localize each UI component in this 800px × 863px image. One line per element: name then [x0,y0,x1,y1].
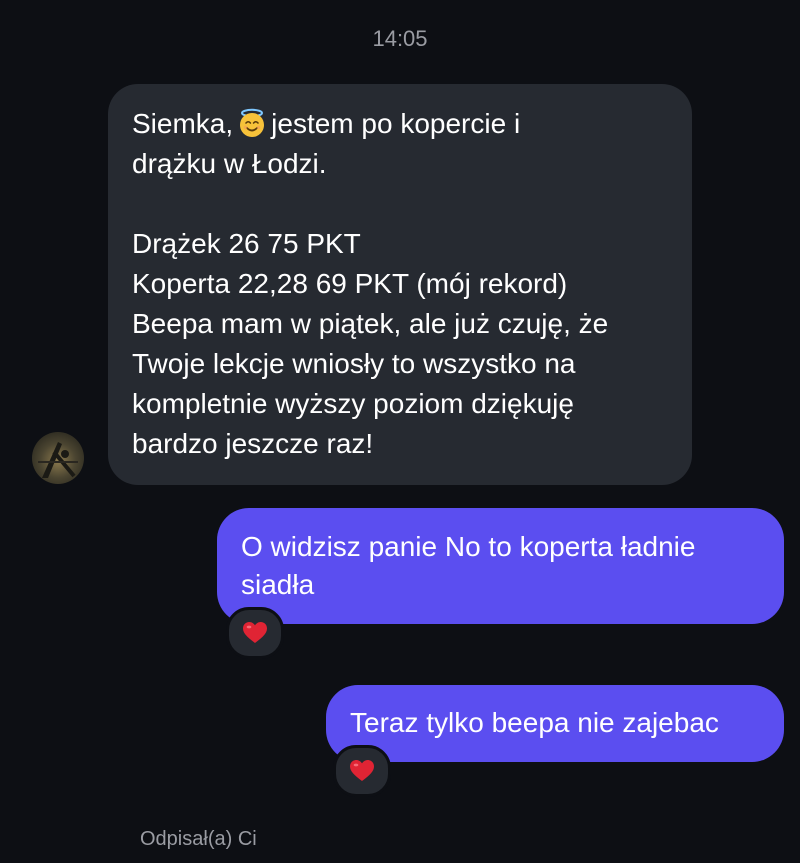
message-line: Beepa mam w piątek, ale już czuję, że [132,308,609,339]
chat-screen: 14:05 Siemka, jestem po kopercie i drążk… [0,0,800,863]
outgoing-message-bubble[interactable]: Teraz tylko beepa nie zajebac [326,685,784,762]
heart-reaction-badge[interactable] [333,745,391,797]
message-line: Twoje lekcje wniosły to wszystko na [132,348,576,379]
message-line: Koperta 22,28 69 PKT (mój rekord) [132,268,568,299]
message-line [132,184,668,224]
avatar-photo-icon [38,442,78,478]
message-line: siadła [241,569,315,600]
red-heart-icon [350,760,374,781]
smiling-face-with-halo-icon [240,108,265,137]
sender-avatar[interactable] [32,432,84,484]
message-line: Teraz tylko beepa nie zajebac [350,707,719,738]
reply-status-text: Odpisał(a) Ci [140,828,257,850]
incoming-message-bubble[interactable]: Siemka, jestem po kopercie i drążku w Ło… [108,84,692,485]
message-text: jestem po kopercie i [271,108,521,139]
message-line: Siemka, jestem po kopercie i [132,104,668,144]
outgoing-message-bubble[interactable]: O widzisz panie No to koperta ładnie sia… [217,508,784,624]
heart-reaction-badge[interactable] [226,607,284,659]
message-line: kompletnie wyższy poziom dziękuję [132,388,574,419]
message-line: bardzo jeszcze raz! [132,428,374,459]
red-heart-icon [243,622,267,643]
message-line: O widzisz panie No to koperta ładnie [241,531,696,562]
message-timestamp: 14:05 [372,26,428,51]
message-text: Siemka, [132,108,234,139]
message-line: Drążek 26 75 PKT [132,228,361,259]
message-line: drążku w Łodzi. [132,148,327,179]
